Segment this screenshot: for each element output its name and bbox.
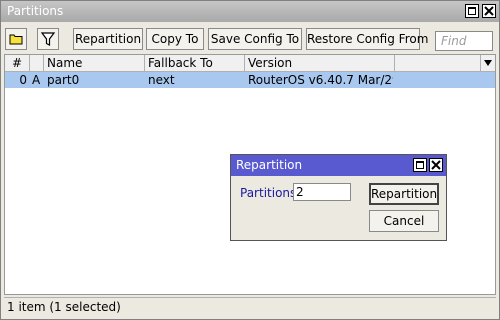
folder-icon xyxy=(9,34,23,45)
maximize-icon[interactable] xyxy=(465,4,479,18)
row-flag: A xyxy=(32,73,41,87)
table-row[interactable]: 0 A part0 next RouterOS v6.40.7 Mar/29/2… xyxy=(5,72,495,88)
partitions-input[interactable]: 2 xyxy=(293,183,351,201)
dialog-maximize-icon[interactable] xyxy=(413,158,427,172)
filter-button[interactable] xyxy=(37,28,59,50)
dialog-close-icon[interactable] xyxy=(429,158,443,172)
dialog-title: Repartition xyxy=(236,158,303,172)
column-menu-arrow-icon[interactable] xyxy=(484,60,492,66)
row-number: 0 xyxy=(19,73,27,87)
save-config-to-button[interactable]: Save Config To xyxy=(208,28,302,50)
row-name: part0 xyxy=(47,73,80,87)
partitions-label: Partitions: xyxy=(240,186,301,200)
row-version: RouterOS v6.40.7 Mar/29/2... xyxy=(248,73,393,87)
column-header-number[interactable]: # xyxy=(5,55,30,71)
filter-icon xyxy=(40,32,56,46)
status-bar: 1 item (1 selected) xyxy=(4,297,496,315)
row-fallback-to: next xyxy=(148,73,175,87)
window-titlebar[interactable]: Partitions xyxy=(1,1,499,22)
add-button[interactable] xyxy=(5,28,27,50)
repartition-dialog: Repartition Partitions: 2 Repartition Ca… xyxy=(230,154,447,241)
find-input[interactable]: Find xyxy=(435,31,493,51)
toolbar: Repartition Copy To Save Config To Resto… xyxy=(1,23,499,53)
column-header-flags[interactable] xyxy=(30,55,44,71)
column-header-empty xyxy=(395,55,481,71)
repartition-button[interactable]: Repartition xyxy=(73,28,143,50)
table-header: # Name Fallback To Version xyxy=(5,55,495,72)
restore-config-from-button[interactable]: Restore Config From xyxy=(306,28,428,50)
close-icon[interactable] xyxy=(482,4,496,18)
dialog-repartition-button[interactable]: Repartition xyxy=(369,183,439,205)
column-header-name[interactable]: Name xyxy=(44,55,145,71)
column-header-version[interactable]: Version xyxy=(245,55,395,71)
partitions-window: Partitions Repartition Copy To Save Conf… xyxy=(0,0,500,320)
copy-to-button[interactable]: Copy To xyxy=(146,28,204,50)
column-header-fallback-to[interactable]: Fallback To xyxy=(145,55,245,71)
window-title: Partitions xyxy=(7,4,64,18)
dialog-titlebar[interactable]: Repartition xyxy=(231,155,446,176)
dialog-cancel-button[interactable]: Cancel xyxy=(369,210,439,232)
